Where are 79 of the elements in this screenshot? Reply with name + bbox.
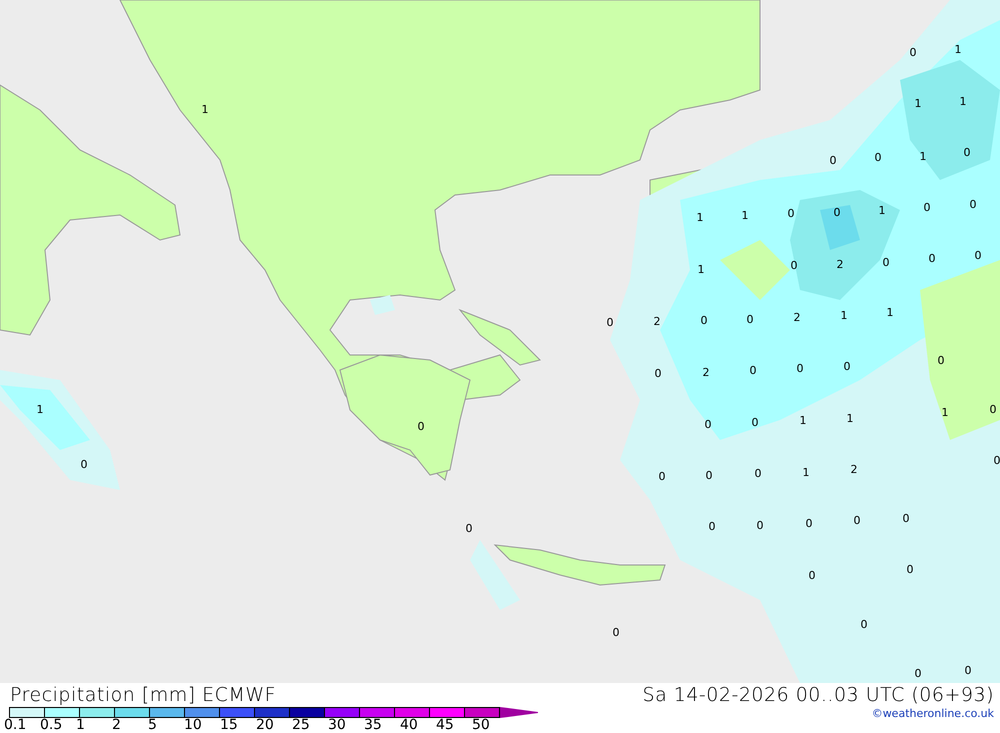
legend-tick-label: 2 — [112, 718, 122, 733]
legend-tick-label: 5 — [148, 718, 158, 733]
precipitation-value: 0 — [964, 665, 972, 677]
precipitation-value: 0 — [658, 471, 666, 483]
legend-tick-label: 35 — [364, 718, 383, 733]
legend-tick-label: 30 — [328, 718, 347, 733]
precipitation-value: 0 — [750, 365, 756, 377]
precipitation-value: 0 — [612, 627, 620, 639]
legend-tick-label: 50 — [472, 718, 491, 733]
precipitation-value: 2 — [702, 367, 710, 379]
precipitation-value: 0 — [606, 317, 614, 329]
precipitation-value: 1 — [920, 151, 926, 163]
precipitation-value: 0 — [80, 459, 88, 471]
precipitation-value: 2 — [654, 316, 660, 328]
precipitation-value: 0 — [754, 468, 762, 480]
precipitation-value: 1 — [802, 467, 810, 479]
map-title: Precipitation [mm] ECMWF — [10, 683, 278, 707]
precipitation-value: 0 — [970, 199, 976, 211]
precipitation-value: 0 — [790, 260, 798, 272]
precipitation-value: 0 — [834, 207, 840, 219]
precipitation-value: 1 — [698, 264, 704, 276]
precipitation-value: 0 — [874, 152, 882, 164]
precipitation-value: 1 — [960, 96, 966, 108]
legend-tick-label: 40 — [400, 718, 419, 733]
precipitation-value: 1 — [914, 98, 922, 110]
precipitation-value: 0 — [990, 404, 996, 416]
precipitation-value: 0 — [752, 417, 758, 429]
legend-tick-label: 25 — [292, 718, 311, 733]
precipitation-value: 2 — [836, 259, 844, 271]
precipitation-value: 0 — [830, 155, 836, 167]
precipitation-value: 0 — [974, 250, 982, 262]
legend-tick-label: 15 — [220, 718, 239, 733]
precipitation-value: 0 — [808, 570, 816, 582]
legend-tick-label: 0.1 — [4, 718, 28, 733]
precipitation-value: 0 — [700, 315, 708, 327]
precipitation-value: 1 — [742, 210, 748, 222]
legend-tick-label: 0.5 — [40, 718, 64, 733]
precipitation-value: 1 — [886, 307, 894, 319]
precipitation-value: 0 — [844, 361, 850, 373]
precipitation-value: 0 — [928, 253, 936, 265]
precipitation-value: 0 — [994, 455, 1000, 467]
precipitation-value: 0 — [906, 564, 914, 576]
precipitation-value: 0 — [418, 421, 424, 433]
precipitation-value: 2 — [850, 464, 858, 476]
precipitation-value: 0 — [854, 515, 860, 527]
precipitation-value: 0 — [466, 523, 472, 535]
precipitation-value: 0 — [902, 513, 910, 525]
precipitation-value: 1 — [846, 413, 854, 425]
precipitation-value: 2 — [794, 312, 800, 324]
precipitation-value: 1 — [878, 205, 886, 217]
precipitation-value: 0 — [882, 257, 890, 269]
legend-tick-label: 10 — [184, 718, 203, 733]
precipitation-value: 0 — [654, 368, 662, 380]
precipitation-value: 1 — [942, 407, 948, 419]
precipitation-value: 1 — [696, 212, 704, 224]
precipitation-value: 0 — [924, 202, 930, 214]
legend-tick-label: 45 — [436, 718, 455, 733]
precipitation-value: 1 — [840, 310, 848, 322]
precipitation-value: 1 — [36, 404, 44, 416]
precipitation-value: 0 — [938, 355, 944, 367]
precipitation-value: 0 — [910, 47, 916, 59]
precipitation-value: 0 — [708, 521, 716, 533]
credit-text: ©weatheronline.co.uk — [872, 707, 994, 722]
precipitation-value: 1 — [800, 415, 806, 427]
precipitation-value: 0 — [706, 470, 712, 482]
precipitation-value: 0 — [964, 147, 970, 159]
precipitation-value: 0 — [704, 419, 712, 431]
legend-tick-label: 1 — [76, 718, 86, 733]
precipitation-value: 0 — [788, 208, 794, 220]
precipitation-value: 0 — [796, 363, 804, 375]
precipitation-value: 0 — [860, 619, 868, 631]
precipitation-value: 1 — [954, 44, 962, 56]
precipitation-value: 0 — [756, 520, 764, 532]
precipitation-value: 0 — [914, 668, 922, 680]
legend-tick-label: 20 — [256, 718, 275, 733]
precipitation-value: 0 — [746, 314, 754, 326]
precipitation-value: 0 — [806, 518, 812, 530]
valid-time: Sa 14-02-2026 00..03 UTC (06+93) — [642, 683, 994, 707]
precipitation-value: 1 — [202, 104, 208, 116]
